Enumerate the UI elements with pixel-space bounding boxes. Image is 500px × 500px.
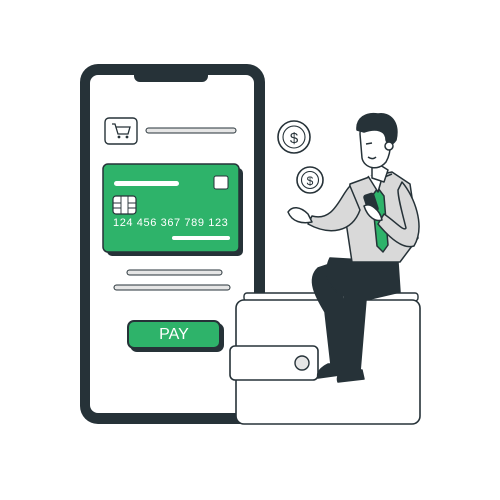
card-logo bbox=[213, 175, 229, 190]
wallet-clasp bbox=[294, 355, 310, 371]
cart-icon bbox=[104, 117, 138, 145]
header-text-line bbox=[145, 127, 237, 134]
detail-line-2 bbox=[113, 284, 231, 291]
phone-notch bbox=[134, 68, 208, 82]
coin-symbol: $ bbox=[290, 130, 299, 147]
coin-symbol: $ bbox=[307, 174, 314, 188]
card-detail-line bbox=[172, 236, 230, 240]
dollar-coin-icon: $ bbox=[277, 120, 311, 154]
dollar-coin-icon: $ bbox=[296, 166, 324, 194]
card-name-line bbox=[114, 181, 179, 186]
pay-button[interactable]: PAY bbox=[127, 320, 221, 349]
credit-card bbox=[102, 163, 243, 256]
card-chip-icon bbox=[112, 195, 137, 215]
card-number: 124 456 367 789 123 bbox=[113, 217, 229, 229]
detail-line-1 bbox=[126, 269, 223, 276]
payment-illustration: $ $ bbox=[80, 64, 421, 425]
